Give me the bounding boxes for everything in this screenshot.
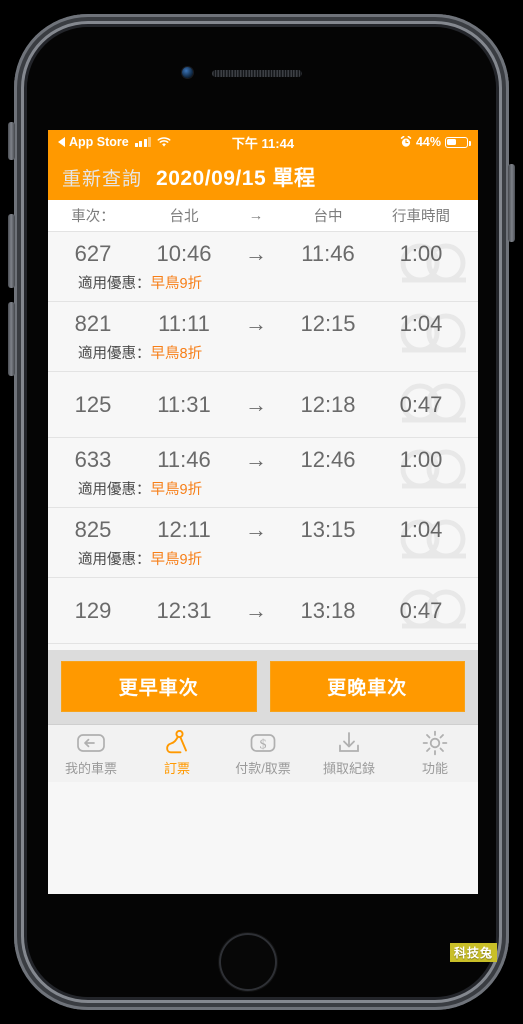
- tab-label: 付款/取票: [235, 761, 291, 776]
- promo-prefix-label: 適用優惠：: [78, 346, 151, 362]
- alarm-clock-icon: [400, 136, 412, 148]
- battery-icon: [445, 136, 471, 148]
- action-bar: 更早車次 更晚車次: [48, 650, 478, 724]
- trip-arrive-time: 12:18: [300, 392, 356, 417]
- tab-item-download[interactable]: 擷取紀錄: [306, 725, 392, 782]
- trip-arrow-icon: →: [245, 598, 267, 623]
- trip-depart-time: 12:31: [156, 598, 212, 623]
- dollar-ticket-icon: $: [249, 730, 277, 756]
- tab-item-ticket-return[interactable]: 我的車票: [48, 725, 134, 782]
- promo-value: 早鳥9折: [150, 482, 203, 498]
- status-bar: App Store 下午 11:44 44%: [48, 130, 478, 154]
- tab-label: 我的車票: [64, 761, 117, 776]
- tab-label: 訂票: [163, 761, 190, 776]
- promo-prefix-label: 適用優惠：: [78, 552, 151, 568]
- battery-fill: [447, 138, 457, 146]
- thsr-logo-watermark-icon: [396, 380, 472, 426]
- header-origin: 台北: [169, 209, 199, 225]
- later-trains-button[interactable]: 更晚車次: [269, 661, 465, 712]
- status-bar-right: 44%: [400, 135, 471, 149]
- trip-train-no: 125: [74, 392, 112, 417]
- promo-prefix-label: 適用優惠：: [78, 482, 151, 498]
- earlier-trains-button[interactable]: 更早車次: [61, 661, 257, 712]
- tab-item-dollar-ticket[interactable]: $ 付款/取票: [220, 725, 306, 782]
- trip-row[interactable]: 627 10:46 → 11:46 1:00 適用優惠：早鳥9折: [48, 232, 478, 302]
- phone-frame: App Store 下午 11:44 44% 重新查詢 2020/09/15 單…: [8, 14, 515, 1010]
- trip-row[interactable]: 125 11:31 → 12:18 0:47: [48, 372, 478, 438]
- tab-item-seated-passenger[interactable]: 訂票: [134, 725, 220, 782]
- trip-arrive-time: 13:18: [300, 598, 356, 623]
- trip-train-no: 821: [74, 311, 112, 336]
- trip-arrive-time: 12:46: [300, 447, 356, 472]
- header-train-no: 車次：: [71, 209, 115, 225]
- trip-arrive-time: 13:15: [300, 517, 356, 542]
- gear-icon: [422, 730, 448, 756]
- trip-train-no: 129: [74, 598, 112, 623]
- thsr-logo-watermark-icon: [396, 516, 472, 562]
- trip-arrow-icon: →: [245, 517, 267, 542]
- trip-train-no: 825: [74, 517, 112, 542]
- promo-value: 早鳥8折: [150, 346, 203, 362]
- page-title: 2020/09/15 單程: [156, 167, 316, 190]
- table-header: 車次： 台北 → 台中 行車時間: [48, 200, 478, 232]
- trip-arrow-icon: →: [245, 447, 267, 472]
- nav-bar: 重新查詢 2020/09/15 單程: [48, 154, 478, 200]
- new-search-button[interactable]: 重新查詢: [62, 164, 142, 191]
- promo-value: 早鳥9折: [150, 276, 203, 292]
- trip-arrow-icon: →: [245, 241, 267, 266]
- earpiece-speaker: [212, 70, 302, 77]
- trip-depart-time: 12:11: [157, 517, 211, 542]
- trip-depart-time: 11:11: [158, 311, 210, 336]
- trip-list[interactable]: 627 10:46 → 11:46 1:00 適用優惠：早鳥9折 821 11:11 → 12:1…: [48, 232, 478, 650]
- thsr-logo-watermark-icon: [396, 446, 472, 492]
- trip-depart-time: 11:46: [157, 447, 211, 472]
- volume-down-button[interactable]: [8, 302, 15, 376]
- trip-depart-time: 11:31: [157, 392, 211, 417]
- trip-train-no: 627: [74, 241, 112, 266]
- trip-train-no: 633: [74, 447, 112, 472]
- trip-row[interactable]: 825 12:11 → 13:15 1:04 適用優惠：早鳥9折: [48, 508, 478, 578]
- phone-screen: App Store 下午 11:44 44% 重新查詢 2020/09/15 單…: [48, 130, 478, 894]
- thsr-logo-watermark-icon: [396, 586, 472, 632]
- ticket-return-icon: [76, 730, 106, 756]
- volume-up-button[interactable]: [8, 214, 15, 288]
- power-button[interactable]: [508, 164, 515, 242]
- svg-text:$: $: [260, 738, 267, 753]
- battery-percent-label: 44%: [415, 135, 441, 149]
- thsr-logo-watermark-icon: [396, 240, 472, 286]
- trip-row[interactable]: 633 11:46 → 12:46 1:00 適用優惠：早鳥9折: [48, 438, 478, 508]
- download-icon: [336, 730, 362, 756]
- trip-arrow-icon: →: [245, 311, 267, 336]
- promo-prefix-label: 適用優惠：: [78, 276, 151, 292]
- tab-item-gear[interactable]: 功能: [392, 725, 478, 782]
- trip-arrow-icon: →: [245, 392, 267, 417]
- trip-row[interactable]: 821 11:11 → 12:15 1:04 適用優惠：早鳥8折: [48, 302, 478, 372]
- tab-label: 擷取紀錄: [322, 761, 375, 776]
- front-camera-icon: [182, 67, 193, 78]
- header-arrow-icon: →: [248, 207, 264, 224]
- watermark: 科技兔: [449, 943, 497, 962]
- trip-arrive-time: 12:15: [300, 311, 356, 336]
- trip-depart-time: 10:46: [156, 241, 212, 266]
- trip-row[interactable]: 129 12:31 → 13:18 0:47: [48, 578, 478, 644]
- trip-arrive-time: 11:46: [301, 241, 355, 266]
- home-button[interactable]: [219, 933, 277, 991]
- header-destination: 台中: [313, 209, 343, 225]
- header-duration: 行車時間: [392, 209, 450, 225]
- tab-bar: 我的車票 訂票 $ 付款/取票 擷取紀錄 功能: [48, 724, 478, 782]
- tab-label: 功能: [421, 761, 448, 776]
- seated-passenger-icon: [164, 730, 190, 756]
- mute-switch-button[interactable]: [8, 122, 15, 160]
- promo-value: 早鳥9折: [150, 552, 203, 568]
- thsr-logo-watermark-icon: [396, 310, 472, 356]
